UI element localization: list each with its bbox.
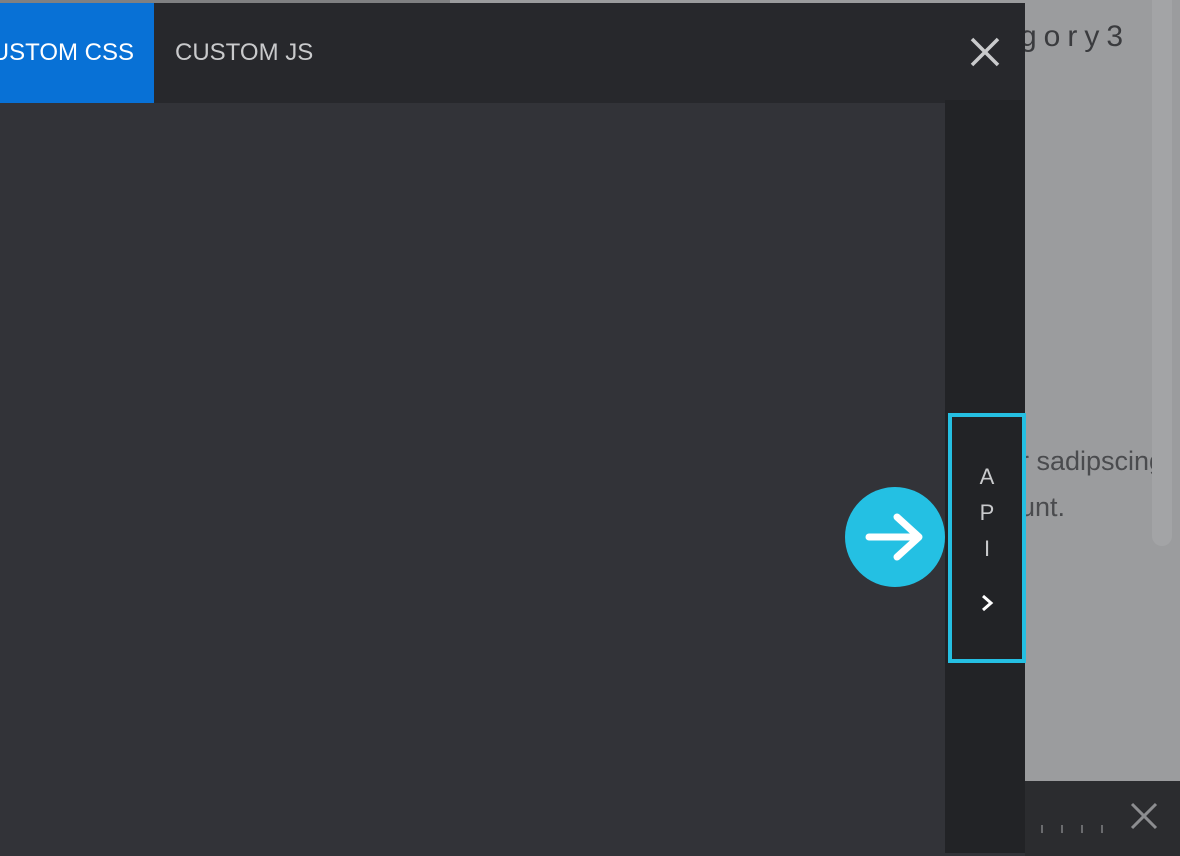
api-letter: I — [983, 536, 991, 561]
ruler-ticks-icon — [1041, 825, 1103, 833]
editor-tab-bar: USTOM CSS CUSTOM JS — [0, 3, 1025, 103]
api-panel-toggle[interactable]: A P I — [948, 413, 1026, 663]
api-letter: P — [979, 500, 995, 525]
tab-custom-css[interactable]: USTOM CSS — [0, 3, 154, 103]
api-label: A P I — [952, 459, 1022, 567]
background-close-button[interactable] — [1124, 796, 1164, 836]
close-icon — [1130, 802, 1158, 830]
custom-code-editor-panel: USTOM CSS CUSTOM JS — [0, 3, 1025, 856]
tab-custom-js[interactable]: CUSTOM JS — [154, 3, 334, 103]
close-icon — [970, 37, 1000, 67]
background-scrollbar[interactable] — [1152, 0, 1172, 546]
arrow-right-icon — [865, 513, 923, 561]
background-ruler-ticks — [1040, 823, 1110, 838]
hint-arrow-badge — [845, 487, 945, 587]
chevron-right-icon — [982, 594, 994, 612]
code-editor-area[interactable] — [0, 103, 945, 856]
background-heading: gory3 — [1020, 20, 1131, 53]
api-letter: A — [979, 464, 995, 489]
close-editor-button[interactable] — [962, 29, 1008, 75]
